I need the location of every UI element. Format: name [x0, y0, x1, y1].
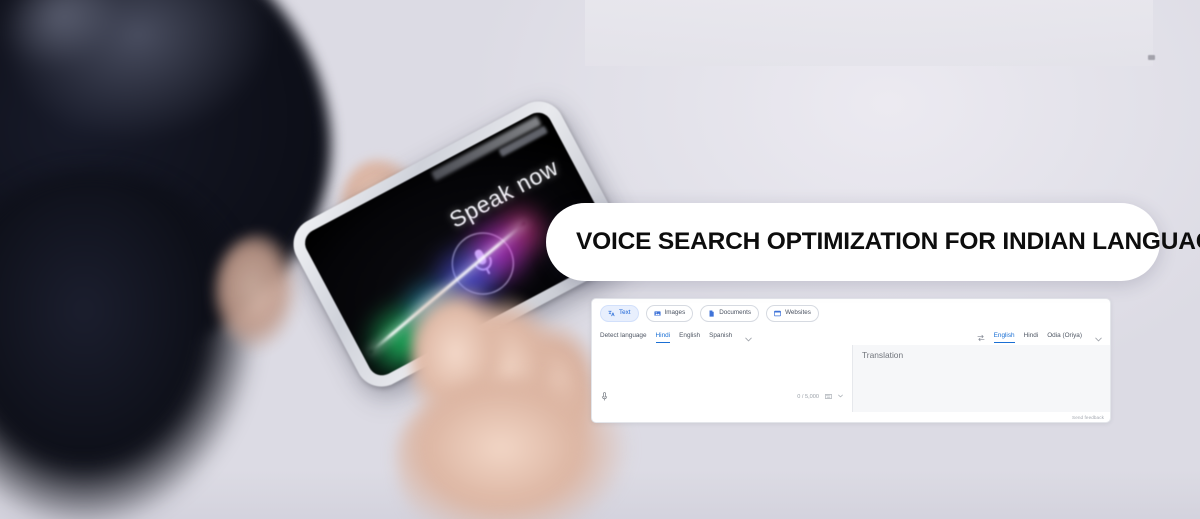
source-lang-english[interactable]: English [679, 332, 700, 342]
keyboard-icon [825, 393, 832, 399]
website-icon [774, 310, 781, 317]
tab-text-label: Text [619, 309, 631, 317]
target-lang-odia[interactable]: Odia (Oriya) [1047, 332, 1082, 342]
image-icon [654, 311, 661, 316]
swap-languages-icon [977, 334, 985, 342]
source-mic-button[interactable] [601, 388, 608, 406]
chevron-down-icon [1095, 337, 1102, 342]
send-feedback-link[interactable]: Send feedback [1072, 415, 1104, 420]
tab-text[interactable]: Text [600, 305, 639, 322]
source-lang-hindi[interactable]: Hindi [655, 332, 671, 344]
source-toolbar: 0 / 5,000 [592, 388, 852, 406]
tab-documents-label: Documents [719, 309, 752, 317]
chevron-down-icon [838, 394, 843, 398]
translate-tab-bar: Text Images Documents Websites [592, 299, 1110, 324]
source-toolbar-right: 0 / 5,000 [797, 393, 843, 401]
background-wall-panel [585, 0, 1153, 66]
tab-websites-label: Websites [785, 309, 811, 317]
target-lang-hindi[interactable]: Hindi [1024, 332, 1039, 342]
translation-pane: Translation [853, 345, 1110, 412]
document-icon [709, 310, 714, 317]
source-text-pane[interactable]: 0 / 5,000 [592, 345, 853, 412]
page-root: Speak now VOICE SEARCH OPTIMIZATION FOR … [0, 0, 1200, 519]
background-speck [1148, 55, 1155, 60]
microphone-icon [601, 392, 608, 401]
translate-panes: 0 / 5,000 Translation [592, 345, 1110, 412]
source-lang-detect[interactable]: Detect language [600, 332, 647, 342]
hair-highlight [0, 0, 182, 138]
target-lang-english[interactable]: English [993, 332, 1015, 344]
phone-in-hand: Speak now [284, 92, 646, 519]
translate-icon [608, 310, 615, 317]
tab-images[interactable]: Images [645, 305, 694, 322]
tab-websites[interactable]: Websites [766, 305, 819, 322]
keyboard-dropdown-button[interactable] [838, 394, 843, 400]
keyboard-button[interactable] [825, 393, 832, 401]
character-counter: 0 / 5,000 [797, 394, 819, 400]
tab-images-label: Images [664, 309, 686, 317]
tab-documents[interactable]: Documents [700, 305, 760, 322]
google-translate-card: Text Images Documents Websites Detect la… [591, 298, 1111, 423]
source-lang-spanish[interactable]: Spanish [709, 332, 732, 342]
language-selector-row: Detect language Hindi English Spanish En… [592, 324, 1110, 345]
title-banner: VOICE SEARCH OPTIMIZATION FOR INDIAN LAN… [546, 203, 1200, 281]
page-title: VOICE SEARCH OPTIMIZATION FOR INDIAN LAN… [576, 228, 1200, 255]
chevron-down-icon [745, 337, 752, 342]
translation-placeholder: Translation [862, 350, 904, 360]
